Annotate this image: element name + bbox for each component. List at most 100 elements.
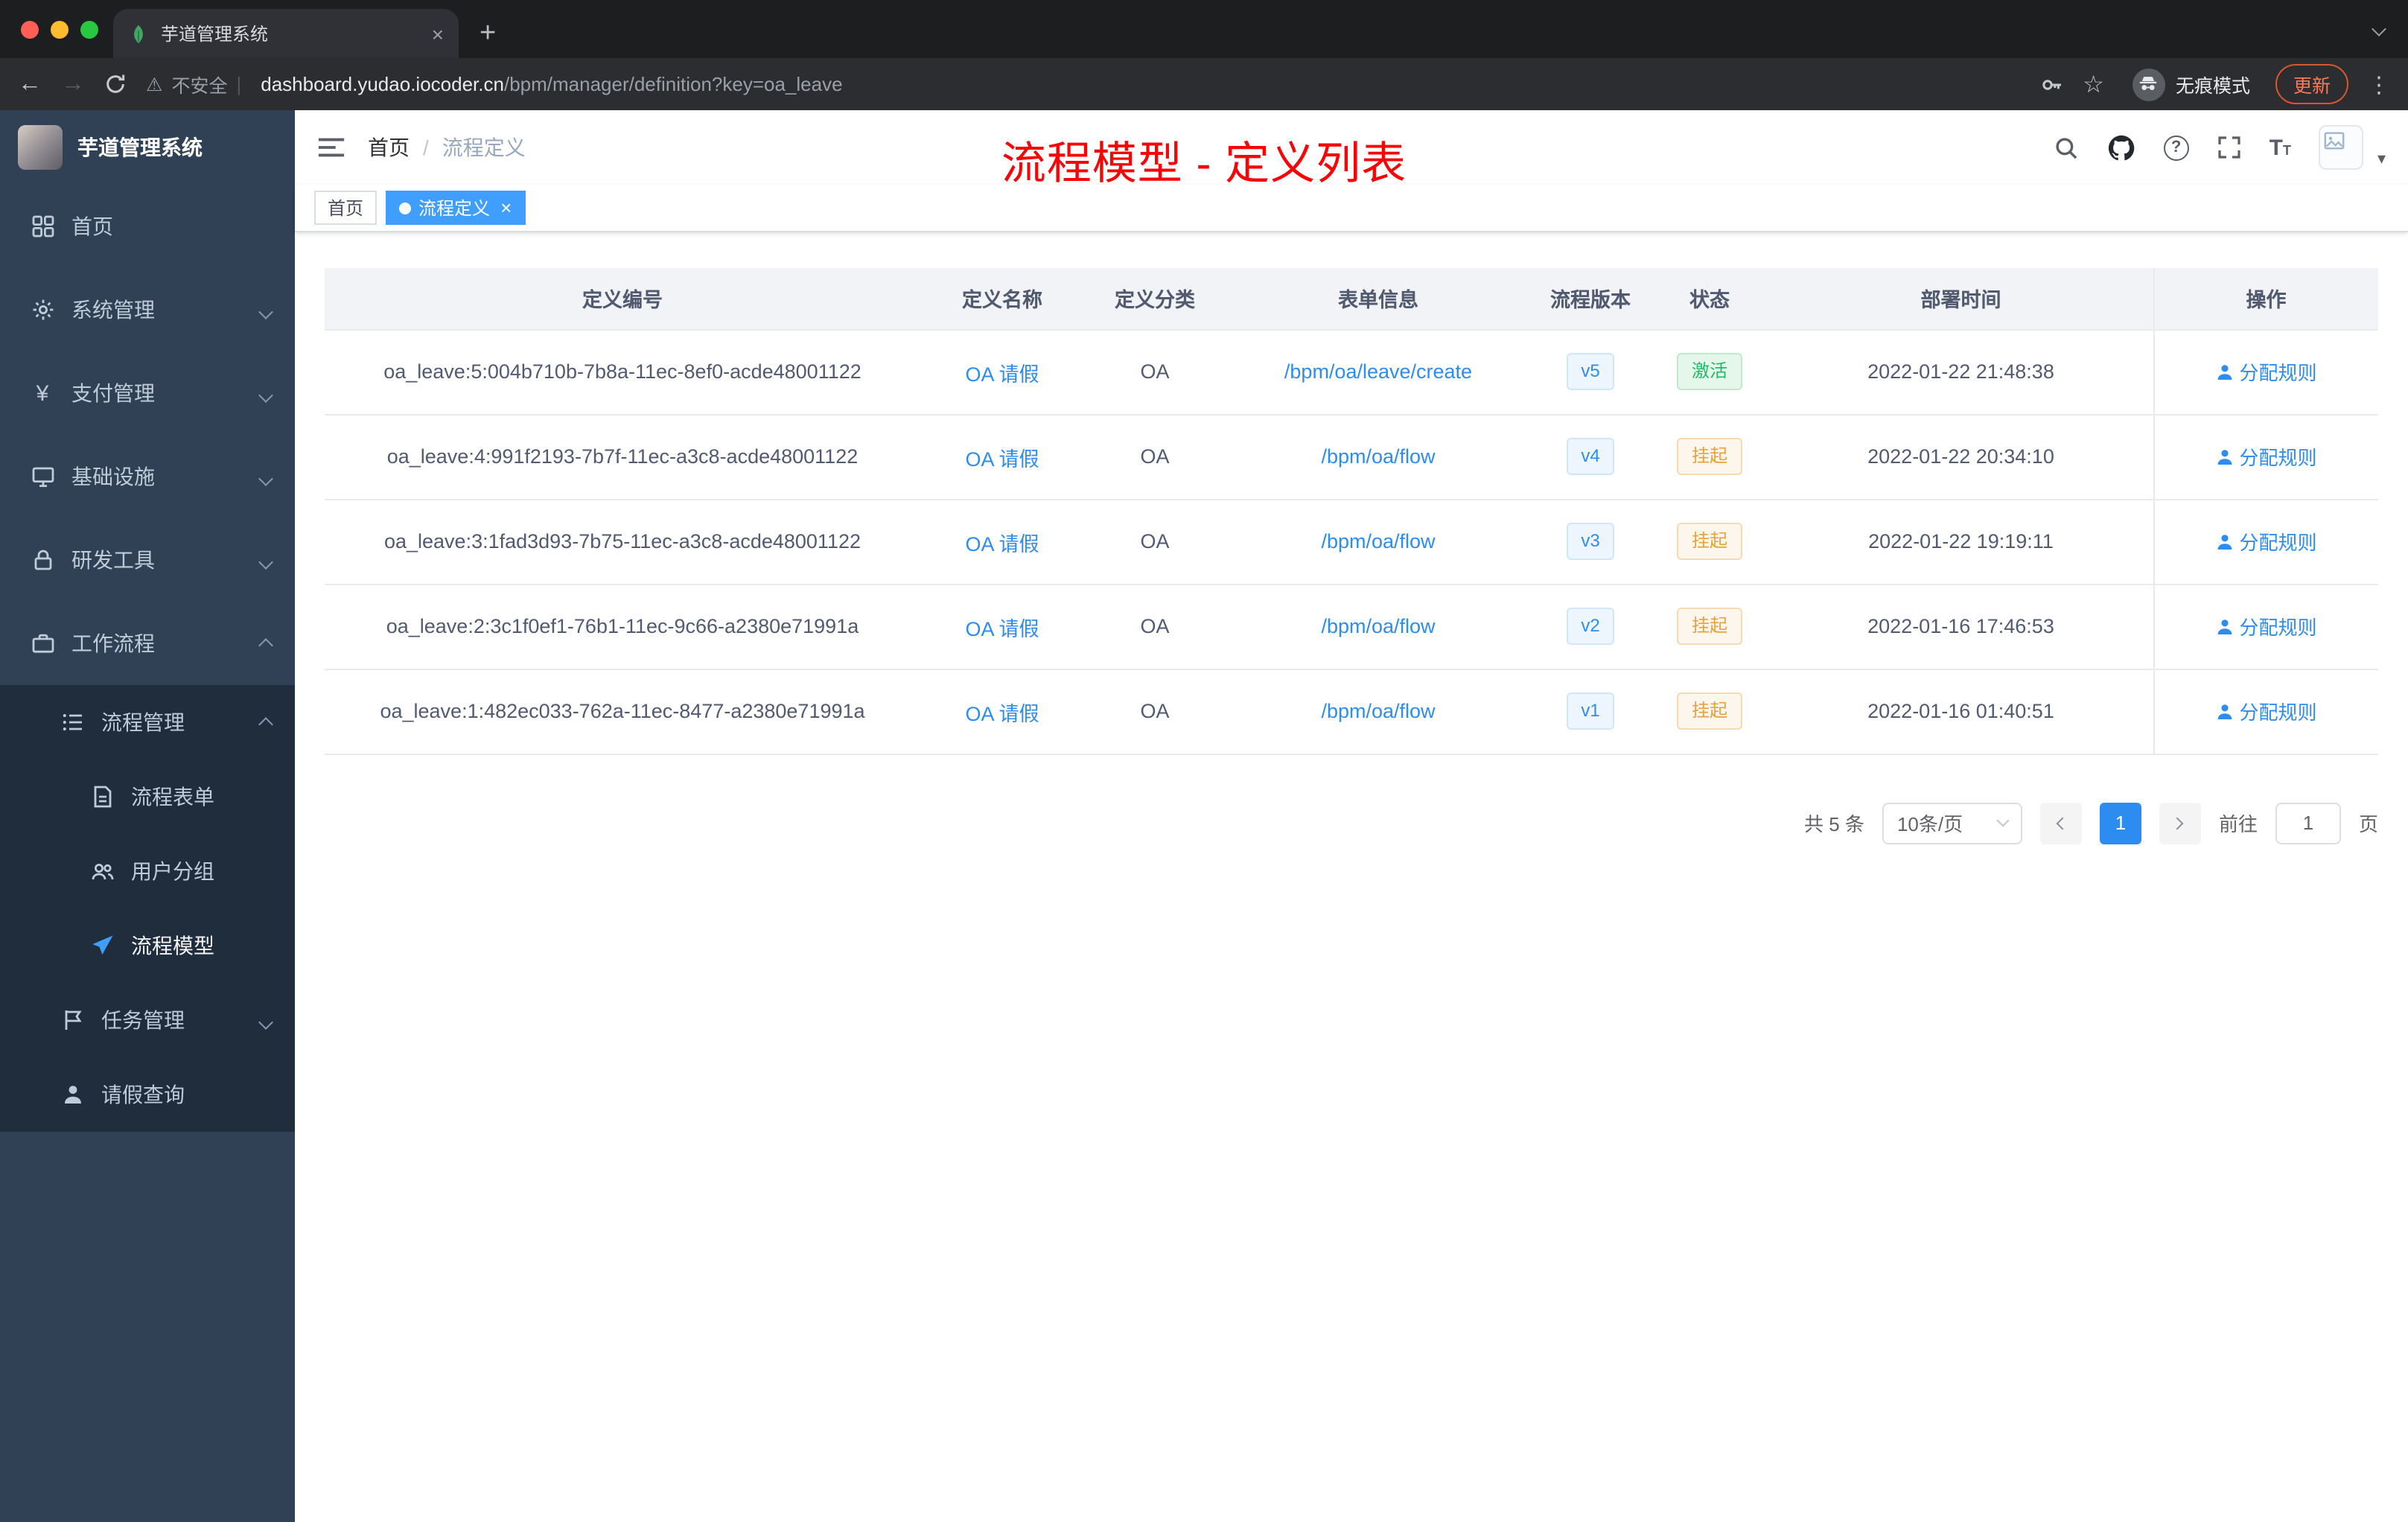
- screen: 芋道管理系统 × + ← → ⚠ 不安全 | dashboard.yudao.i…: [0, 0, 2408, 1522]
- incognito-badge: 无痕模式: [2132, 68, 2250, 101]
- page-number-button[interactable]: 1: [2099, 802, 2141, 844]
- avatar[interactable]: [2319, 125, 2364, 170]
- user-icon: [2217, 364, 2232, 379]
- assign-rule-link[interactable]: 分配规则: [2215, 442, 2317, 471]
- font-size-icon[interactable]: TT: [2270, 135, 2291, 160]
- browser-menu-icon[interactable]: ⋮: [2368, 71, 2390, 98]
- sidebar-item-label: 请假查询: [101, 1083, 185, 1107]
- close-window-button[interactable]: [21, 21, 39, 39]
- sidebar-item-system[interactable]: 系统管理: [0, 268, 295, 351]
- tag-close-icon[interactable]: ×: [500, 198, 512, 217]
- avatar-caret-icon[interactable]: ▾: [2377, 148, 2386, 168]
- incognito-label: 无痕模式: [2175, 76, 2250, 97]
- form-link[interactable]: /bpm/oa/flow: [1321, 530, 1435, 553]
- document-icon: [89, 784, 115, 809]
- browser-tab[interactable]: 芋道管理系统 ×: [113, 9, 459, 58]
- gear-icon: [30, 297, 55, 322]
- tag-home[interactable]: 首页: [314, 191, 378, 225]
- definition-id: oa_leave:1:482ec033-762a-11ec-8477-a2380…: [325, 669, 920, 754]
- maximize-window-button[interactable]: [80, 21, 98, 39]
- sidebar-item-label: 支付管理: [71, 381, 155, 405]
- fullscreen-icon[interactable]: [2217, 136, 2241, 159]
- chevron-up-icon: [258, 631, 273, 655]
- goto-page-input[interactable]: [2275, 802, 2341, 844]
- help-icon[interactable]: ?: [2163, 135, 2189, 160]
- sidebar-item-payment[interactable]: ¥ 支付管理: [0, 351, 295, 435]
- definition-name-link[interactable]: OA 请假: [965, 702, 1039, 725]
- sidebar-item-label: 用户分组: [131, 859, 214, 883]
- status-badge: 挂起: [1676, 523, 1742, 560]
- assign-rule-link[interactable]: 分配规则: [2215, 527, 2317, 555]
- deploy-time: 2022-01-16 01:40:51: [1769, 669, 2153, 754]
- address-bar[interactable]: dashboard.yudao.iocoder.cn/bpm/manager/d…: [261, 73, 842, 95]
- bookmark-star-icon[interactable]: ☆: [2083, 69, 2104, 99]
- next-page-button[interactable]: [2159, 802, 2201, 844]
- form-link[interactable]: /bpm/oa/leave/create: [1284, 360, 1472, 383]
- back-button[interactable]: ←: [18, 71, 42, 96]
- assign-rule-link[interactable]: 分配规则: [2215, 697, 2317, 725]
- user-icon: [60, 1082, 85, 1107]
- site-security[interactable]: ⚠ 不安全 |: [146, 70, 241, 98]
- column-header-version: 流程版本: [1531, 268, 1650, 330]
- update-button[interactable]: 更新: [2275, 64, 2348, 104]
- sidebar-item-home[interactable]: 首页: [0, 185, 295, 268]
- logo-title: 芋道管理系统: [77, 136, 203, 159]
- warning-icon: ⚠: [146, 74, 163, 95]
- status-badge: 挂起: [1676, 692, 1742, 730]
- sidebar-item-process-model[interactable]: 流程模型: [0, 908, 295, 983]
- password-key-icon[interactable]: [2039, 72, 2063, 96]
- tab-close-icon[interactable]: ×: [432, 23, 444, 44]
- sidebar-item-task-management[interactable]: 任务管理: [0, 983, 295, 1057]
- hamburger-icon[interactable]: [317, 136, 345, 159]
- lock-icon: [30, 547, 55, 573]
- sidebar-item-process-management[interactable]: 流程管理: [0, 685, 295, 760]
- prev-page-button[interactable]: [2039, 802, 2082, 844]
- search-icon[interactable]: [2054, 135, 2079, 160]
- definition-category: OA: [1084, 499, 1226, 585]
- definition-category: OA: [1084, 414, 1226, 500]
- version-badge: v1: [1566, 692, 1615, 730]
- sidebar-item-process-form[interactable]: 流程表单: [0, 760, 295, 834]
- definition-name-link[interactable]: OA 请假: [965, 363, 1039, 385]
- send-icon: [89, 933, 115, 958]
- favicon-icon: [128, 23, 149, 44]
- form-link[interactable]: /bpm/oa/flow: [1321, 700, 1435, 722]
- column-header-actions: 操作: [2153, 268, 2378, 330]
- sidebar-item-infrastructure[interactable]: 基础设施: [0, 435, 295, 518]
- breadcrumb-separator: /: [423, 136, 429, 159]
- sidebar-menu: 首页 系统管理 ¥ 支付管理 基础设施 研发工具 工作流程 流程管理 流程表单 …: [0, 185, 295, 1132]
- assign-rule-link[interactable]: 分配规则: [2215, 357, 2317, 386]
- briefcase-icon: [30, 631, 55, 656]
- sidebar-item-workflow[interactable]: 工作流程: [0, 602, 295, 685]
- forward-button[interactable]: →: [61, 71, 85, 96]
- tag-process-definition[interactable]: 流程定义 ×: [386, 191, 526, 225]
- assign-rule-link[interactable]: 分配规则: [2215, 612, 2317, 640]
- reload-button[interactable]: [104, 73, 127, 95]
- tag-label: 首页: [328, 198, 364, 219]
- definition-name-link[interactable]: OA 请假: [965, 448, 1039, 470]
- yen-icon: ¥: [36, 380, 49, 406]
- form-link[interactable]: /bpm/oa/flow: [1321, 445, 1435, 468]
- github-icon[interactable]: [2107, 133, 2135, 162]
- minimize-window-button[interactable]: [51, 21, 69, 39]
- sidebar-logo[interactable]: 芋道管理系统: [0, 110, 295, 185]
- new-tab-button[interactable]: +: [480, 19, 496, 48]
- definition-category: OA: [1084, 584, 1226, 669]
- url-path: /bpm/manager/definition?key=oa_leave: [503, 73, 843, 95]
- breadcrumb-home[interactable]: 首页: [368, 133, 410, 162]
- table-row: oa_leave:1:482ec033-762a-11ec-8477-a2380…: [325, 669, 2378, 754]
- sidebar-item-user-group[interactable]: 用户分组: [0, 834, 295, 908]
- list-icon: [60, 710, 85, 735]
- definition-name-link[interactable]: OA 请假: [965, 617, 1039, 640]
- page-size-select[interactable]: 10条/页: [1882, 802, 2022, 844]
- form-link[interactable]: /bpm/oa/flow: [1321, 615, 1435, 637]
- definition-id: oa_leave:5:004b710b-7b8a-11ec-8ef0-acde4…: [325, 329, 920, 415]
- tab-search-chevron-icon[interactable]: [2372, 22, 2386, 36]
- deploy-time: 2022-01-16 17:46:53: [1769, 584, 2153, 669]
- pagination: 共 5 条 10条/页 1 前往 页: [325, 802, 2378, 844]
- definition-name-link[interactable]: OA 请假: [965, 532, 1039, 555]
- sidebar-item-leave-query[interactable]: 请假查询: [0, 1057, 295, 1132]
- url-host: dashboard.yudao.iocoder.cn: [261, 73, 504, 95]
- sidebar-item-label: 研发工具: [71, 548, 155, 572]
- sidebar-item-devtools[interactable]: 研发工具: [0, 518, 295, 602]
